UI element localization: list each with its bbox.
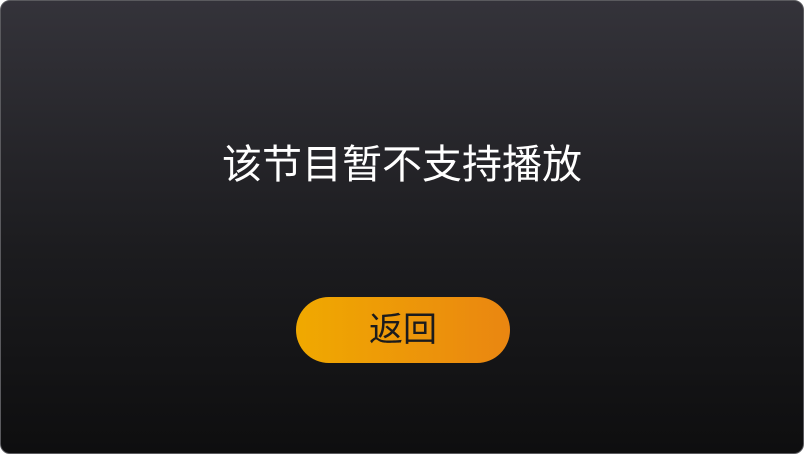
unsupported-playback-dialog: 该节目暂不支持播放 返回 xyxy=(0,0,804,454)
back-button[interactable]: 返回 xyxy=(296,297,510,363)
back-button-label: 返回 xyxy=(369,310,437,350)
unsupported-message: 该节目暂不支持播放 xyxy=(222,142,582,188)
